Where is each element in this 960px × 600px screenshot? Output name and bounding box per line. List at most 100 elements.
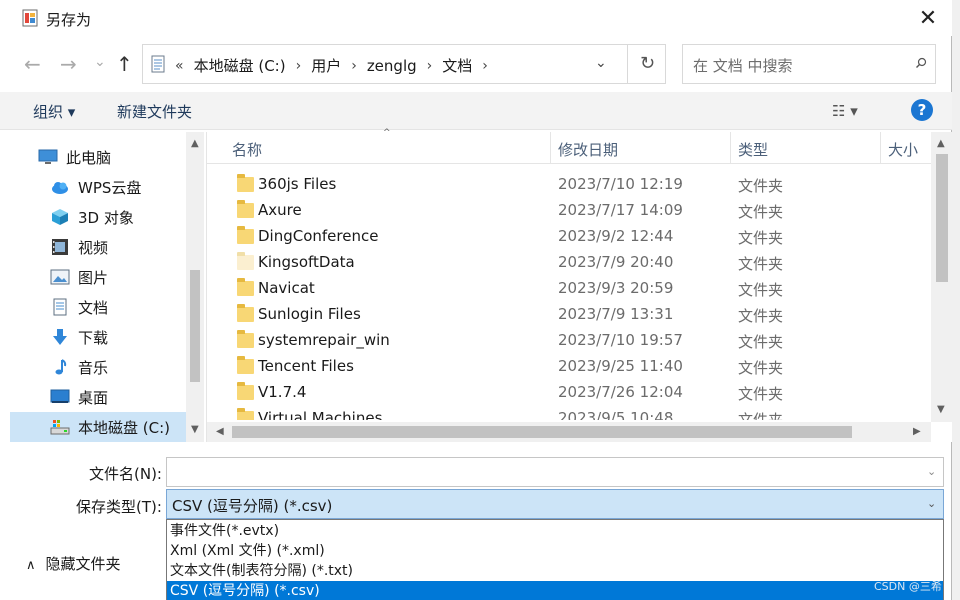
folder-icon <box>237 356 254 374</box>
file-row[interactable]: V1.7.4 2023/7/26 12:04 文件夹 <box>207 380 931 406</box>
up-button[interactable]: ↑ <box>116 52 133 76</box>
column-header-type[interactable]: 类型 <box>738 139 768 160</box>
breadcrumb-separator[interactable]: › <box>351 58 357 74</box>
organize-button[interactable]: 组织 ▾ <box>33 101 75 122</box>
navigation-pane-scrollbar[interactable]: ▲ ▼ <box>186 132 204 442</box>
file-row[interactable]: KingsoftData 2023/7/9 20:40 文件夹 <box>207 250 931 276</box>
filetype-option[interactable]: 事件文件(*.evtx) <box>167 521 943 541</box>
file-row[interactable]: Tencent Files 2023/9/25 11:40 文件夹 <box>207 354 931 380</box>
save-as-dialog: 另存为 ✕ ← → ⌄ ↑ « 本地磁盘 (C:) › 用户 › zenglg … <box>0 0 952 600</box>
document-icon <box>53 298 67 316</box>
filetype-selected-value[interactable]: CSV (逗号分隔) (*.csv) <box>172 495 332 516</box>
file-type: 文件夹 <box>738 307 784 325</box>
nav-item-label: WPS云盘 <box>78 178 142 197</box>
nav-item-label: 此电脑 <box>66 148 112 167</box>
file-date: 2023/7/10 19:57 <box>558 331 683 349</box>
cube-icon <box>52 209 68 225</box>
file-row[interactable]: DingConference 2023/9/2 12:44 文件夹 <box>207 224 931 250</box>
navigation-pane: 此电脑 WPS云盘 3D 对象 视频 图片 文档 下载 音乐 桌面 本地磁盘 (… <box>10 132 206 442</box>
breadcrumb-item-drive[interactable]: 本地磁盘 (C:) <box>194 55 286 76</box>
file-type: 文件夹 <box>738 229 784 247</box>
nav-item-label: 文档 <box>78 298 109 317</box>
filetype-option[interactable]: Xml (Xml 文件) (*.xml) <box>167 541 943 561</box>
breadcrumb-separator[interactable]: › <box>427 58 433 74</box>
refresh-button[interactable]: ↻ <box>627 45 667 83</box>
file-type: 文件夹 <box>738 177 784 195</box>
column-divider[interactable] <box>880 132 881 164</box>
breadcrumb-item-documents[interactable]: 文档 <box>442 55 472 76</box>
address-dropdown-button[interactable]: ⌄ <box>595 55 607 71</box>
file-date: 2023/9/3 20:59 <box>558 279 674 297</box>
help-icon[interactable]: ? <box>911 99 933 121</box>
music-icon <box>55 359 67 375</box>
scroll-down-arrow[interactable]: ▼ <box>191 424 199 435</box>
scroll-right-arrow[interactable]: ▶ <box>913 426 921 437</box>
scroll-up-arrow[interactable]: ▲ <box>191 138 199 149</box>
back-button[interactable]: ← <box>24 52 41 76</box>
nav-item-local-disk-c[interactable]: 本地磁盘 (C:) <box>10 412 186 442</box>
breadcrumb-item-user[interactable]: zenglg <box>367 57 417 75</box>
file-date: 2023/7/26 12:04 <box>558 383 683 401</box>
picture-icon <box>50 269 70 285</box>
new-folder-button[interactable]: 新建文件夹 <box>117 101 192 122</box>
background-window-edge <box>952 0 960 600</box>
file-row[interactable]: Navicat 2023/9/3 20:59 文件夹 <box>207 276 931 302</box>
address-bar[interactable]: « 本地磁盘 (C:) › 用户 › zenglg › 文档 › ⌄ ↻ <box>142 44 666 84</box>
command-bar: 组织 ▾ 新建文件夹 ☷ ▾ ? <box>0 92 952 130</box>
hide-folders-toggle[interactable]: ∧ 隐藏文件夹 <box>26 553 121 574</box>
scrollbar-thumb[interactable] <box>190 270 200 382</box>
file-name: Sunlogin Files <box>258 305 361 323</box>
document-folder-icon <box>151 55 165 73</box>
filetype-option[interactable]: 文本文件(制表符分隔) (*.txt) <box>167 561 943 581</box>
filetype-label: 保存类型(T): <box>76 498 162 516</box>
computer-icon <box>38 149 58 164</box>
file-date: 2023/7/17 14:09 <box>558 201 683 219</box>
column-header-name[interactable]: 名称 <box>232 139 262 160</box>
view-options-button[interactable]: ☷ ▾ <box>832 102 858 120</box>
column-divider[interactable] <box>730 132 731 164</box>
filename-input[interactable]: ⌄ <box>166 457 944 487</box>
file-row[interactable]: Axure 2023/7/17 14:09 文件夹 <box>207 198 931 224</box>
file-name: Virtual Machines <box>258 409 383 420</box>
file-list-horizontal-scrollbar[interactable]: ◀ ▶ <box>207 422 931 442</box>
hide-folders-label: 隐藏文件夹 <box>45 555 121 573</box>
column-divider[interactable] <box>550 132 551 164</box>
file-row[interactable]: Virtual Machines 2023/9/5 10:48 文件夹 <box>207 406 931 420</box>
nav-item-label: 3D 对象 <box>78 208 134 227</box>
file-name: Axure <box>258 201 302 219</box>
file-type: 文件夹 <box>738 281 784 299</box>
column-header-date[interactable]: 修改日期 <box>558 139 618 160</box>
close-button[interactable]: ✕ <box>905 4 951 34</box>
filetype-dropdown-list: 事件文件(*.evtx) Xml (Xml 文件) (*.xml) 文本文件(制… <box>166 519 944 600</box>
breadcrumb-item-users[interactable]: 用户 <box>311 55 341 76</box>
file-list-vertical-scrollbar[interactable]: ▲ ▼ <box>931 132 952 422</box>
folder-icon <box>237 408 254 420</box>
search-input[interactable]: 在 文档 中搜索 <box>693 55 793 76</box>
recent-locations-button[interactable]: ⌄ <box>94 50 106 74</box>
title-bar: 另存为 ✕ <box>0 0 952 36</box>
filetype-select[interactable]: CSV (逗号分隔) (*.csv) ⌄ <box>166 489 944 519</box>
forward-button[interactable]: → <box>60 52 77 76</box>
breadcrumb-separator[interactable]: › <box>482 58 488 74</box>
chevron-down-icon[interactable]: ⌄ <box>927 497 936 510</box>
file-date: 2023/7/10 12:19 <box>558 175 683 193</box>
file-row[interactable]: 360js Files 2023/7/10 12:19 文件夹 <box>207 172 931 198</box>
search-box[interactable]: 在 文档 中搜索 <box>682 44 936 84</box>
file-row[interactable]: systemrepair_win 2023/7/10 19:57 文件夹 <box>207 328 931 354</box>
scroll-up-arrow[interactable]: ▲ <box>937 138 945 149</box>
filetype-option-selected[interactable]: CSV (逗号分隔) (*.csv) <box>167 581 943 600</box>
scroll-down-arrow[interactable]: ▼ <box>937 404 945 415</box>
breadcrumb-separator[interactable]: › <box>296 58 302 74</box>
watermark: CSDN @三希 <box>874 580 942 593</box>
scrollbar-thumb[interactable] <box>232 426 852 438</box>
scrollbar-thumb[interactable] <box>936 154 948 282</box>
chevron-down-icon[interactable]: ⌄ <box>927 465 936 478</box>
scroll-left-arrow[interactable]: ◀ <box>216 426 224 437</box>
file-name: systemrepair_win <box>258 331 390 349</box>
file-row[interactable]: Sunlogin Files 2023/7/9 13:31 文件夹 <box>207 302 931 328</box>
nav-item-label: 视频 <box>78 238 109 257</box>
column-header-size[interactable]: 大小 <box>888 139 918 160</box>
search-icon[interactable] <box>915 57 927 69</box>
breadcrumb-overflow[interactable]: « <box>175 58 184 74</box>
file-name: 360js Files <box>258 175 337 193</box>
